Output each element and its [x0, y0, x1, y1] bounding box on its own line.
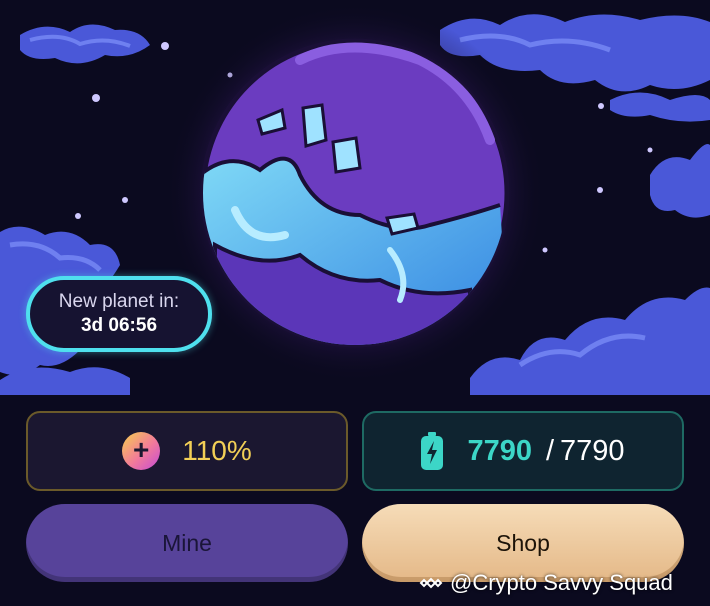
watermark: @Crypto Savvy Squad — [418, 568, 673, 598]
timer-value: 3d 06:56 — [80, 315, 158, 336]
star — [647, 147, 653, 153]
star — [92, 94, 100, 102]
plus-icon: + — [122, 432, 161, 470]
mine-button[interactable]: Mine — [26, 504, 348, 582]
star — [542, 247, 548, 253]
cloud-top-left — [20, 24, 150, 64]
star — [597, 187, 603, 193]
star — [122, 197, 128, 203]
timer-label: New planet in: — [58, 291, 180, 312]
star — [598, 103, 604, 109]
cloud-right — [650, 144, 710, 218]
battery-icon — [421, 432, 444, 470]
watermark-text: @Crypto Savvy Squad — [450, 570, 673, 595]
energy-current: 7790 — [467, 434, 532, 467]
boost-value: 110% — [182, 435, 252, 466]
energy-max: 7790 — [560, 434, 625, 467]
boost-stat: + 110% — [26, 411, 348, 491]
space-scene: New planet in: 3d 06:56 — [0, 0, 710, 395]
energy-separator: / — [545, 434, 555, 467]
star — [161, 42, 169, 50]
star — [75, 213, 81, 219]
binance-logo-icon — [419, 577, 443, 589]
new-planet-timer: New planet in: 3d 06:56 — [26, 276, 212, 352]
energy-stat: 7790 / 7790 — [362, 411, 684, 491]
